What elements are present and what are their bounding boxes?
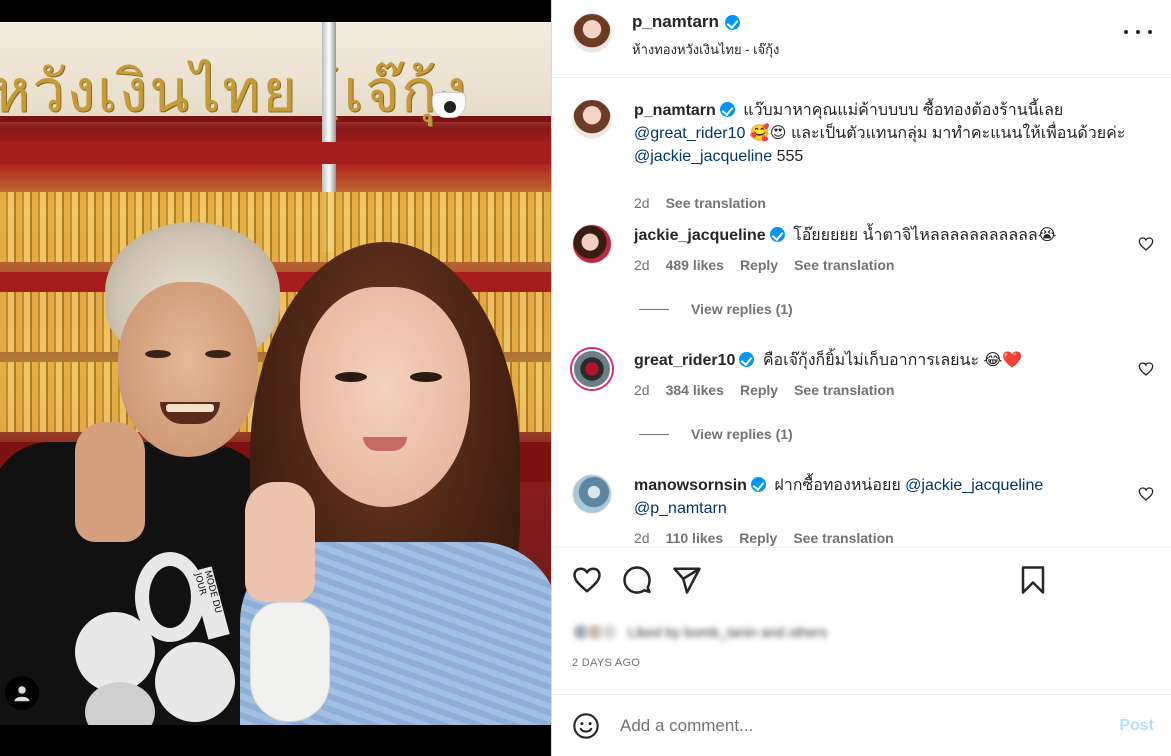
verified-badge-icon	[719, 102, 735, 117]
mention-link[interactable]: @jackie_jacqueline	[905, 477, 1043, 494]
face	[300, 287, 470, 507]
post-dialog: หวังเงินไทย (เจ๊กุ้ง MODE DU JOUR p_namt…	[0, 0, 1171, 756]
security-camera	[432, 92, 466, 118]
caption-meta: 2d See translation	[634, 195, 766, 211]
comment-text: โอ๊ยยยยย น้ำตาจิไหลลลลลลลลลลล😭	[793, 227, 1057, 244]
comments-list[interactable]: p_namtarn แว๊บมาหาคุณแม่ค้าบบบบ ซื้อทองต…	[552, 79, 1171, 547]
user-tag-icon	[14, 686, 30, 702]
author-username-row: p_namtarn	[632, 12, 740, 32]
shop-sign: หวังเงินไทย (เจ๊กุ้ง	[0, 22, 551, 125]
mention-link[interactable]: @jackie_jacqueline	[634, 148, 772, 165]
verified-badge-icon	[739, 352, 755, 367]
comment-likes[interactable]: 110 likes	[666, 530, 724, 546]
verified-badge-icon	[724, 14, 740, 30]
more-options-icon[interactable]	[1124, 22, 1152, 42]
add-comment-bar: Post	[552, 694, 1171, 756]
see-translation-link[interactable]: See translation	[794, 257, 894, 273]
peace-sign-hand	[75, 422, 145, 542]
comment-text: คือเจ๊กุ้งก็ยิ้มไม่เก็บอาการเลยนะ 😂❤️	[762, 352, 1023, 369]
comment-age: 2d	[634, 530, 650, 546]
avatar[interactable]	[572, 99, 612, 139]
reply-button[interactable]: Reply	[739, 530, 777, 546]
avatar[interactable]	[572, 474, 612, 514]
share-icon[interactable]	[672, 565, 702, 595]
mention-link[interactable]: @great_rider10	[634, 125, 745, 142]
post-comment-button[interactable]: Post	[1119, 717, 1154, 735]
caption-text: และเป็นตัวแทนกลุ่ม มาทำคะแนนให้เพื่อนด้ว…	[790, 125, 1126, 142]
author-username[interactable]: p_namtarn	[632, 12, 719, 32]
person-right	[230, 242, 551, 725]
post-header: p_namtarn ห้างทองหวังเงินไทย - เจ๊กุ้ง	[552, 0, 1171, 78]
comment-icon[interactable]	[622, 565, 652, 595]
reply-button[interactable]: Reply	[740, 257, 778, 273]
view-replies-label: View replies (1)	[691, 426, 793, 442]
mention-link[interactable]: @p_namtarn	[634, 500, 727, 517]
post-sidebar: p_namtarn ห้างทองหวังเงินไทย - เจ๊กุ้ง p…	[551, 0, 1171, 756]
comment-meta: 2d 384 likes Reply See translation	[634, 382, 894, 398]
caption-emoji: 🥰😍	[749, 125, 787, 142]
comment-meta: 2d 489 likes Reply See translation	[634, 257, 894, 273]
verified-badge-icon	[769, 227, 785, 242]
tagged-users-button[interactable]	[5, 676, 39, 710]
comment-age: 2d	[634, 257, 650, 273]
likes-summary[interactable]: Liked by bomb_tanin and others	[572, 620, 827, 644]
caption-text: แว๊บมาหาคุณแม่ค้าบบบบ ซื้อทองต้องร้านนี้…	[743, 102, 1064, 119]
caption-age: 2d	[634, 195, 650, 211]
see-translation-link[interactable]: See translation	[793, 530, 893, 546]
comment-text: ฝากซื้อทองหน่อยย	[774, 477, 901, 494]
reply-button[interactable]: Reply	[740, 382, 778, 398]
comment-meta: 2d 110 likes Reply See translation	[634, 530, 894, 546]
post-timestamp[interactable]: 2 DAYS AGO	[572, 657, 640, 669]
view-replies-label: View replies (1)	[691, 301, 793, 317]
add-comment-input[interactable]	[620, 713, 1080, 739]
likes-text: Liked by bomb_tanin and others	[628, 624, 828, 640]
see-translation-link[interactable]: See translation	[794, 382, 894, 398]
comment-likes[interactable]: 489 likes	[666, 257, 724, 273]
see-translation-link[interactable]: See translation	[666, 195, 766, 211]
comment-like-heart-icon[interactable]	[1138, 236, 1154, 252]
view-replies-button[interactable]: View replies (1)	[639, 426, 793, 442]
face-mask	[250, 602, 330, 722]
comment-like-heart-icon[interactable]	[1138, 486, 1154, 502]
comment-username[interactable]: manowsornsin	[634, 477, 747, 494]
caption-username[interactable]: p_namtarn	[634, 102, 716, 119]
comment-age: 2d	[634, 382, 650, 398]
peace-sign-hand	[245, 482, 315, 602]
post-photo[interactable]: หวังเงินไทย (เจ๊กุ้ง MODE DU JOUR	[0, 22, 551, 725]
avatar[interactable]	[572, 13, 612, 53]
post-media: หวังเงินไทย (เจ๊กุ้ง MODE DU JOUR	[0, 0, 551, 756]
action-bar	[552, 547, 1171, 609]
post-location[interactable]: ห้างทองหวังเงินไทย - เจ๊กุ้ง	[632, 39, 779, 60]
bookmark-icon[interactable]	[1018, 565, 1048, 595]
comment-username[interactable]: jackie_jacqueline	[634, 227, 766, 244]
comment-like-heart-icon[interactable]	[1138, 361, 1154, 377]
avatar[interactable]	[572, 349, 612, 389]
shop-sign-text: หวังเงินไทย (เจ๊กุ้ง	[0, 57, 469, 125]
emoji-icon[interactable]	[572, 712, 600, 740]
shirt-print: MODE DU JOUR	[75, 552, 245, 725]
caption-text: 555	[776, 148, 804, 165]
comment-likes[interactable]: 384 likes	[666, 382, 724, 398]
heart-icon[interactable]	[572, 565, 602, 595]
liker-avatar	[600, 623, 618, 641]
comment-username[interactable]: great_rider10	[634, 352, 735, 369]
view-replies-button[interactable]: View replies (1)	[639, 301, 793, 317]
verified-badge-icon	[750, 477, 766, 492]
avatar[interactable]	[572, 224, 612, 264]
